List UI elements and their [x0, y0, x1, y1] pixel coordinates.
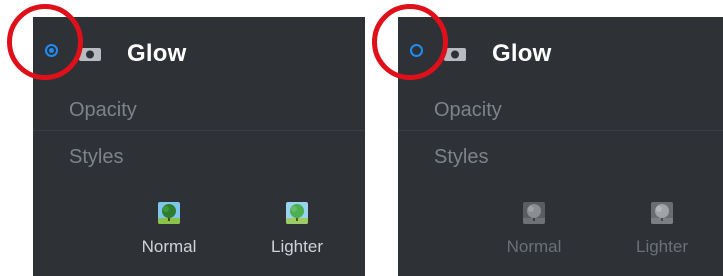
radio-selected-dot — [49, 48, 54, 53]
tree-icon — [158, 202, 180, 224]
tree-icon — [651, 202, 673, 224]
style-option-label: Lighter — [271, 237, 323, 256]
styles-label[interactable]: Styles — [434, 146, 488, 169]
style-option-label: Normal — [141, 237, 197, 256]
style-option-lighter[interactable]: Lighter — [262, 202, 332, 257]
glow-title: Glow — [492, 40, 552, 67]
divider — [33, 130, 365, 131]
glow-panel-enabled: Glow Opacity Styles Normal Lighter — [33, 17, 365, 276]
style-option-normal[interactable]: Normal — [500, 202, 568, 257]
opacity-label[interactable]: Opacity — [69, 99, 137, 122]
divider — [398, 130, 723, 131]
style-option-label: Normal — [506, 237, 562, 256]
styles-label[interactable]: Styles — [69, 146, 123, 169]
glow-enable-radio[interactable] — [45, 44, 58, 57]
glow-title: Glow — [127, 40, 187, 67]
style-option-normal[interactable]: Normal — [135, 202, 203, 257]
camera-icon — [79, 48, 101, 61]
style-option-lighter[interactable]: Lighter — [627, 202, 697, 257]
camera-icon — [444, 48, 466, 61]
glow-header: Glow — [33, 33, 365, 73]
style-option-label: Lighter — [636, 237, 688, 256]
glow-enable-radio[interactable] — [410, 44, 423, 57]
glow-panel-disabled: Glow Opacity Styles Normal Lighter — [398, 17, 723, 276]
tree-icon — [523, 202, 545, 224]
glow-header: Glow — [398, 33, 723, 73]
opacity-label[interactable]: Opacity — [434, 99, 502, 122]
tree-icon — [286, 202, 308, 224]
